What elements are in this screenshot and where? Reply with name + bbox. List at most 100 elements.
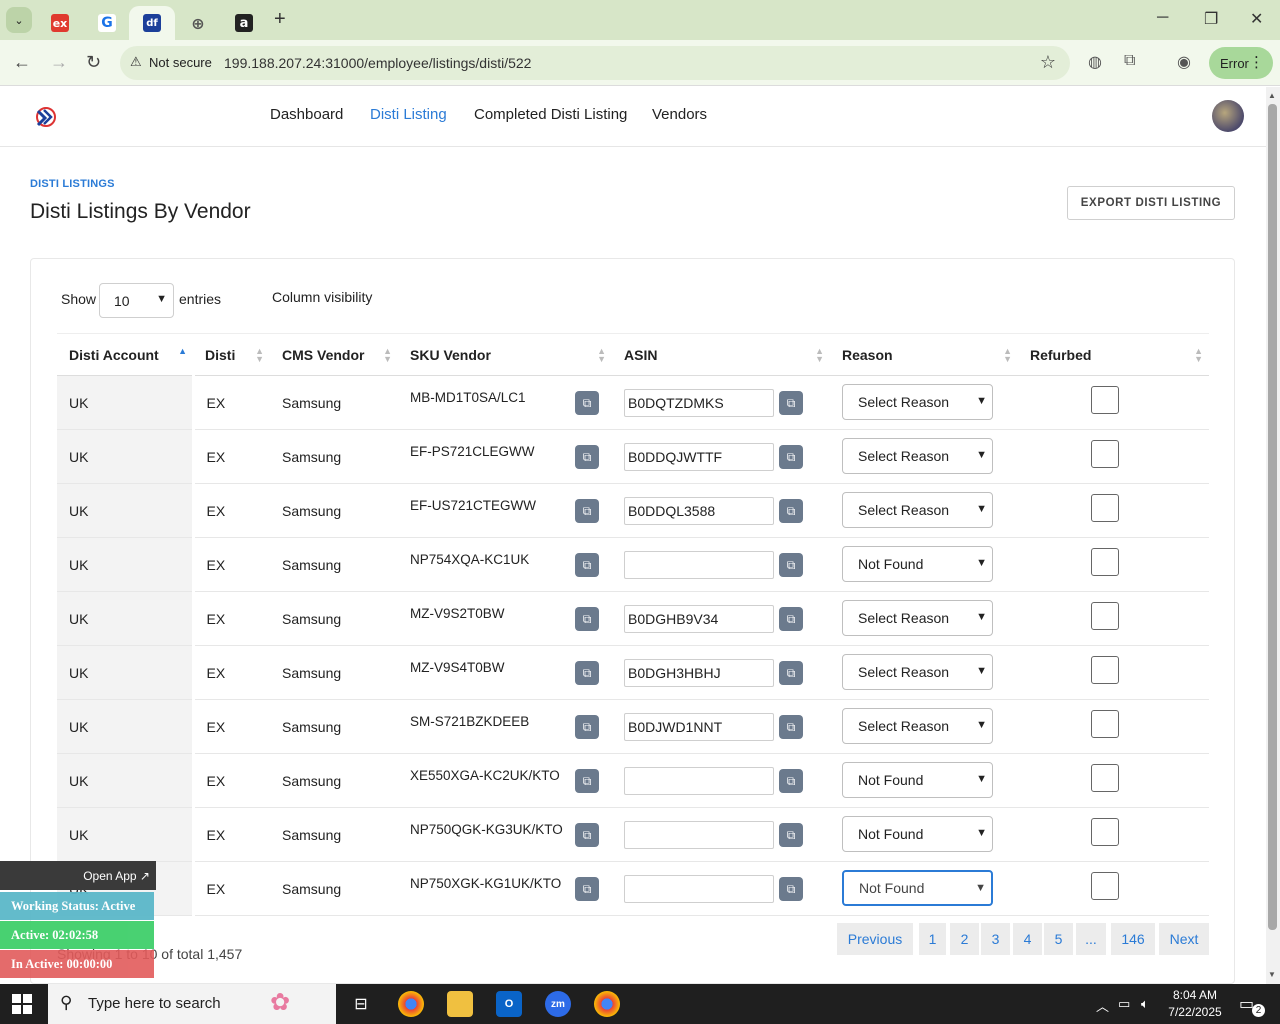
pagination-page-2[interactable]: 2	[950, 923, 979, 955]
file-explorer-icon[interactable]	[447, 991, 473, 1017]
column-visibility-button[interactable]: Column visibility	[272, 289, 372, 305]
copy-asin-button[interactable]: ⧉	[779, 607, 803, 631]
security-label[interactable]: Not secure	[149, 55, 212, 70]
profile-error-button[interactable]: Error ⋮	[1209, 47, 1273, 79]
tab-search-button[interactable]: ⌄	[6, 7, 32, 33]
asin-input[interactable]: B0DQTZDMKS	[624, 389, 774, 417]
bookmark-star-icon[interactable]: ☆	[1040, 52, 1056, 73]
refurbed-checkbox[interactable]	[1091, 764, 1119, 792]
scrollbar-thumb[interactable]	[1268, 104, 1277, 930]
reason-select[interactable]: Select Reason ▼	[842, 654, 993, 690]
chrome-taskbar-icon[interactable]	[398, 991, 424, 1017]
extensions-icon[interactable]: ⧉	[1124, 52, 1135, 70]
address-bar[interactable]: ⚠ Not secure 199.188.207.24:31000/employ…	[120, 46, 1070, 80]
network-icon[interactable]: ▭	[1118, 996, 1130, 1012]
copy-sku-button[interactable]: ⧉	[575, 391, 599, 415]
reason-select[interactable]: Select Reason ▼	[842, 438, 993, 474]
copy-asin-button[interactable]: ⧉	[779, 553, 803, 577]
tray-overflow-icon[interactable]: ︿	[1096, 996, 1109, 1015]
pagination-page-1[interactable]: 1	[919, 923, 946, 955]
asin-input[interactable]	[624, 875, 774, 903]
col-header-reason[interactable]: Reason ▲ ▼	[830, 333, 1018, 376]
col-header-cms-vendor[interactable]: CMS Vendor ▲ ▼	[270, 333, 398, 376]
asin-input[interactable]: B0DDQL3588	[624, 497, 774, 525]
taskbar-search-box[interactable]: ⚲ Type here to search ✿	[48, 984, 336, 1024]
profile-icon[interactable]: ◉	[1177, 52, 1191, 72]
copy-sku-button[interactable]: ⧉	[575, 445, 599, 469]
reason-select[interactable]: Select Reason ▼	[842, 384, 993, 420]
copy-asin-button[interactable]: ⧉	[779, 877, 803, 901]
reason-select[interactable]: Not Found ▼	[842, 546, 993, 582]
asin-input[interactable]	[624, 767, 774, 795]
copy-asin-button[interactable]: ⧉	[779, 823, 803, 847]
chrome-profile-taskbar-icon[interactable]	[594, 991, 620, 1017]
col-header-sku-vendor[interactable]: SKU Vendor ▲ ▼	[398, 333, 612, 376]
copy-asin-button[interactable]: ⧉	[779, 499, 803, 523]
scroll-up-icon[interactable]: ▲	[1268, 91, 1276, 100]
asin-input[interactable]	[624, 821, 774, 849]
close-window-icon[interactable]: ✕	[1250, 9, 1263, 29]
scroll-down-icon[interactable]: ▼	[1268, 970, 1276, 979]
taskbar-clock[interactable]: 8:04 AM 7/22/2025	[1160, 987, 1230, 1021]
back-icon[interactable]: ←	[13, 52, 31, 73]
pagination-page-4[interactable]: 4	[1013, 923, 1042, 955]
asin-input[interactable]	[624, 551, 774, 579]
col-header-disti-account[interactable]: Disti Account ▲	[57, 333, 193, 376]
asin-input[interactable]: B0DDQJWTTF	[624, 443, 774, 471]
company-logo-icon[interactable]	[34, 106, 58, 128]
restore-icon[interactable]: ❐	[1204, 9, 1218, 29]
pagination-next[interactable]: Next	[1159, 923, 1209, 955]
copy-asin-button[interactable]: ⧉	[779, 661, 803, 685]
windows-start-icon[interactable]	[12, 994, 32, 1014]
volume-icon[interactable]: 🔈︎	[1141, 996, 1149, 1012]
copy-sku-button[interactable]: ⧉	[575, 823, 599, 847]
reload-icon[interactable]: ↻	[86, 52, 101, 73]
minimize-icon[interactable]: ─	[1157, 9, 1168, 27]
browser-tab-2[interactable]: G	[84, 6, 130, 40]
browser-tab-5[interactable]: a	[221, 6, 267, 40]
refurbed-checkbox[interactable]	[1091, 710, 1119, 738]
pagination-page-5[interactable]: 5	[1044, 923, 1073, 955]
task-view-icon[interactable]: ⊟	[348, 991, 374, 1017]
url-text[interactable]: 199.188.207.24:31000/employee/listings/d…	[224, 55, 531, 71]
refurbed-checkbox[interactable]	[1091, 656, 1119, 684]
copy-asin-button[interactable]: ⧉	[779, 391, 803, 415]
reason-select[interactable]: Select Reason ▼	[842, 708, 993, 744]
reason-select[interactable]: Not Found ▼	[842, 816, 993, 852]
copy-sku-button[interactable]: ⧉	[575, 553, 599, 577]
copy-sku-button[interactable]: ⧉	[575, 607, 599, 631]
col-header-refurbed[interactable]: Refurbed ▲ ▼	[1018, 333, 1209, 376]
browser-tab-4[interactable]: ⊕	[175, 6, 221, 40]
refurbed-checkbox[interactable]	[1091, 818, 1119, 846]
reason-select[interactable]: Not Found ▼	[842, 870, 993, 906]
nav-vendors[interactable]: Vendors	[652, 106, 707, 123]
refurbed-checkbox[interactable]	[1091, 602, 1119, 630]
forward-icon[interactable]: →	[50, 52, 68, 73]
asin-input[interactable]: B0DGHB9V34	[624, 605, 774, 633]
pagination-page-146[interactable]: 146	[1111, 923, 1155, 955]
refurbed-checkbox[interactable]	[1091, 494, 1119, 522]
pagination-page-3[interactable]: 3	[981, 923, 1010, 955]
pagination-previous[interactable]: Previous	[837, 923, 913, 955]
col-header-asin[interactable]: ASIN ▲ ▼	[612, 333, 830, 376]
browser-tab-3-active[interactable]: df	[129, 6, 175, 40]
outlook-icon[interactable]: O	[496, 991, 522, 1017]
nav-dashboard[interactable]: Dashboard	[270, 106, 343, 123]
copy-sku-button[interactable]: ⧉	[575, 499, 599, 523]
translate-icon[interactable]: ◍	[1088, 52, 1102, 72]
browser-tab-1[interactable]: ex	[37, 6, 83, 40]
more-menu-icon[interactable]: ⋮	[1249, 53, 1264, 71]
refurbed-checkbox[interactable]	[1091, 872, 1119, 900]
copy-asin-button[interactable]: ⧉	[779, 715, 803, 739]
col-header-disti[interactable]: Disti ▲ ▼	[193, 333, 270, 376]
copy-sku-button[interactable]: ⧉	[575, 877, 599, 901]
reason-select[interactable]: Not Found ▼	[842, 762, 993, 798]
copy-sku-button[interactable]: ⧉	[575, 661, 599, 685]
entries-select[interactable]: 10 ▼	[99, 283, 174, 318]
copy-sku-button[interactable]: ⧉	[575, 715, 599, 739]
nav-disti-listing[interactable]: Disti Listing	[370, 106, 447, 123]
asin-input[interactable]: B0DGH3HBHJ	[624, 659, 774, 687]
copy-sku-button[interactable]: ⧉	[575, 769, 599, 793]
new-tab-icon[interactable]: +	[274, 8, 286, 31]
refurbed-checkbox[interactable]	[1091, 548, 1119, 576]
